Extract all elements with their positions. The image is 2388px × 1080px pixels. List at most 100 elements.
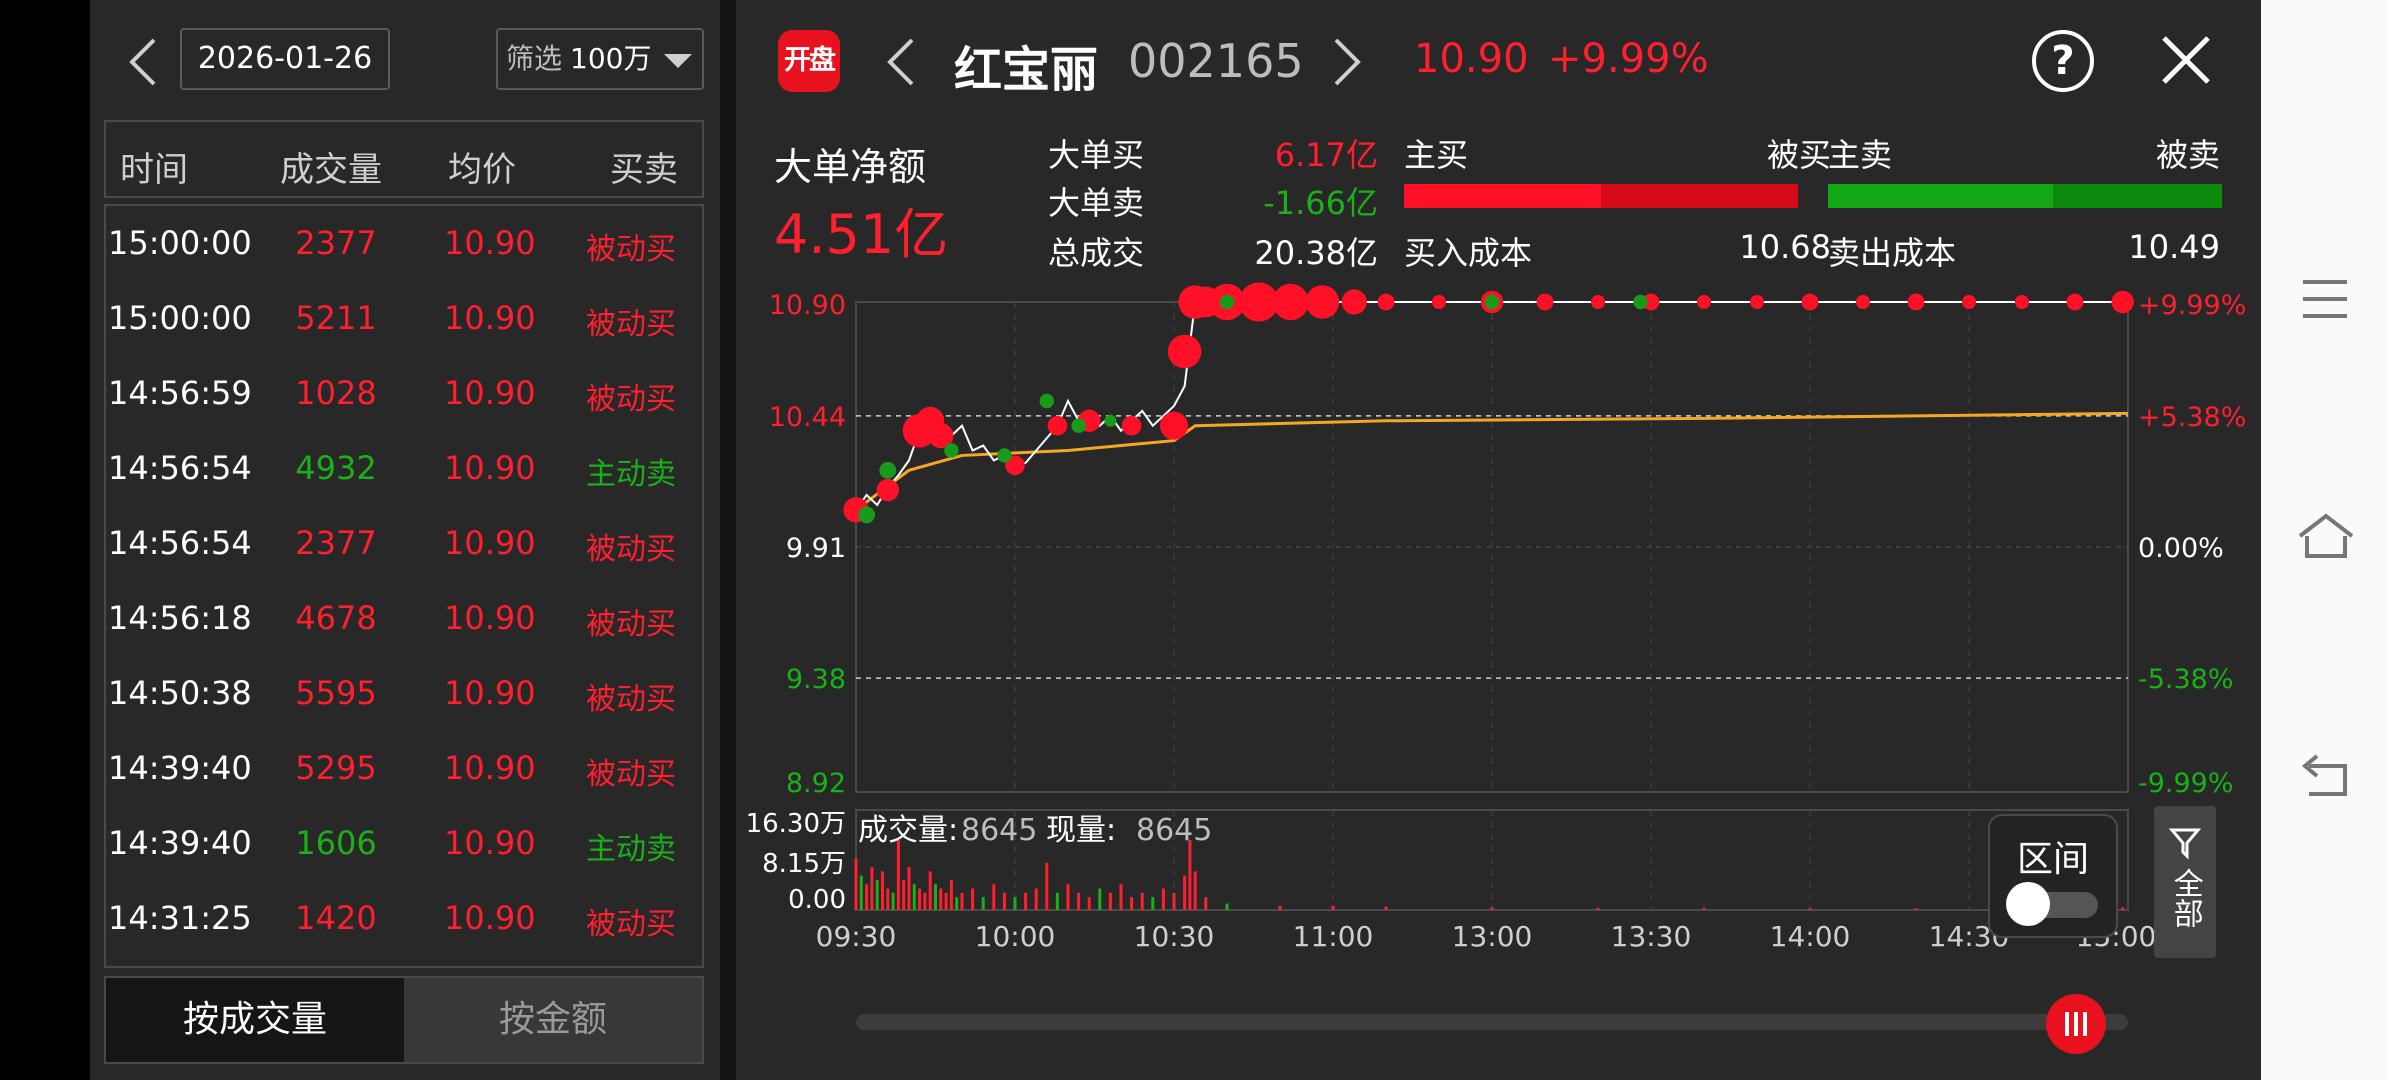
big-buy-dot [1801,293,1819,311]
header-side: 买卖 [610,150,678,190]
net-label: 大单净额 [774,145,927,189]
big-buy-dot [1341,289,1367,315]
header-volume: 成交量 [280,150,382,190]
system-nav-bar [2261,0,2388,1080]
row-price: 10.90 [444,299,536,337]
home-icon[interactable] [2297,512,2355,560]
volume-bar [891,892,895,910]
volume-bar [1914,908,1918,910]
row-side: 被动买 [586,532,676,567]
volume-bar [2121,907,2125,910]
row-volume: 2377 [295,524,377,562]
active-buy-label: 主买 [1404,136,1469,174]
total-value: 20.38亿 [1254,234,1378,272]
big-buy-label: 大单买 [1048,136,1145,174]
volume-bar [896,840,900,910]
filter-value: 100万 [570,42,652,75]
volume-bar [955,897,959,910]
row-price: 10.90 [444,599,536,637]
row-time: 14:39:40 [108,824,252,862]
table-row[interactable]: 14:56:54 2377 10.90 被动买 [106,506,706,581]
header-avg: 均价 [448,150,516,190]
prev-date-icon[interactable] [124,34,164,90]
time-tick: 13:00 [1452,920,1533,953]
row-volume: 4678 [295,599,377,637]
big-sell-value: -1.66亿 [1263,184,1378,222]
tab-by-amount[interactable]: 按金额 [404,978,702,1062]
volume-bar [1204,897,1208,910]
volume-bar [1119,884,1123,910]
big-sell-dot [1104,414,1117,427]
next-stock-icon[interactable] [1330,34,1364,90]
row-volume: 1028 [295,374,377,412]
range-toggle[interactable] [2006,882,2098,926]
total-label: 总成交 [1048,234,1145,272]
row-price: 10.90 [444,449,536,487]
volume-bar [981,897,985,910]
table-row[interactable]: 15:00:00 2377 10.90 被动买 [106,206,706,281]
volume-bar [912,884,916,910]
table-row[interactable]: 14:39:40 1606 10.90 主动卖 [106,806,706,881]
table-row[interactable]: 14:56:18 4678 10.90 被动买 [106,581,706,656]
range-panel: 区间 [1988,814,2118,938]
tab-by-volume[interactable]: 按成交量 [106,978,404,1062]
table-row[interactable]: 14:31:25 1420 10.90 被动买 [106,881,706,956]
volume-bar [854,858,858,910]
volume-bar [971,888,975,910]
menu-icon[interactable] [2301,278,2349,320]
volume-bar [886,888,890,910]
volume-bar [1490,907,1494,910]
volume-label: 成交量: [858,813,958,848]
volume-bar [1002,892,1006,910]
time-tick: 10:30 [1134,920,1215,953]
toggle-knob[interactable] [2006,882,2050,926]
volume-bar [1183,875,1187,910]
table-header: 时间 成交量 均价 买卖 [104,120,704,198]
table-row[interactable]: 14:50:38 5595 10.90 被动买 [106,656,706,731]
row-side: 主动卖 [586,832,676,867]
row-side: 被动买 [586,307,676,342]
table-row[interactable]: 14:56:54 4932 10.90 主动卖 [106,431,706,506]
close-icon[interactable] [2160,34,2212,86]
row-price: 10.90 [444,899,536,937]
time-slider-handle[interactable] [2046,994,2106,1054]
volume-bar [1151,897,1155,910]
filter-all-button[interactable]: 全部 [2154,806,2216,958]
time-tick: 09:30 [816,920,897,953]
big-sell-dot [1219,294,1235,310]
row-volume: 1420 [295,899,377,937]
divider [720,0,736,1080]
volume-bar [870,867,874,910]
passive-buy-bar [1601,184,1798,208]
app-logo: 开盘 [778,30,840,92]
date-input[interactable]: 2026-01-26 [180,28,390,90]
big-sell-dot [1071,418,1086,433]
big-sell-label: 大单卖 [1048,184,1145,222]
big-sell-dot [1633,294,1648,310]
price-tick: 8.92 [786,768,846,799]
row-time: 14:50:38 [108,674,252,712]
volume-bar [1225,903,1229,910]
big-buy-dot [1962,295,1976,309]
table-row[interactable]: 14:56:59 1028 10.90 被动买 [106,356,706,431]
volume-bar [934,884,937,910]
stock-price: 10.90 [1414,36,1529,82]
row-side: 被动买 [586,907,676,942]
row-time: 14:56:18 [108,599,252,637]
current-volume-value: 8645 [1136,813,1212,848]
prev-stock-icon[interactable] [884,34,918,90]
table-row[interactable]: 14:39:40 5295 10.90 被动买 [106,731,706,806]
volume-bar [928,871,932,910]
help-icon[interactable]: ? [2032,30,2094,92]
big-buy-value: 6.17亿 [1274,136,1378,174]
big-buy-dot [1167,334,1202,369]
pct-tick: 0.00% [2138,533,2224,564]
table-row[interactable]: 15:00:00 5211 10.90 被动买 [106,281,706,356]
price-tick: 9.38 [786,664,846,695]
row-volume: 5211 [295,299,377,337]
time-slider-track[interactable] [856,1014,2128,1030]
filter-dropdown[interactable]: 筛选 100万 [496,28,704,90]
trade-table[interactable]: 15:00:00 2377 10.90 被动买 15:00:00 5211 10.90 被动买… [104,204,704,968]
big-sell-dot [944,443,959,458]
back-icon[interactable] [2299,752,2353,798]
